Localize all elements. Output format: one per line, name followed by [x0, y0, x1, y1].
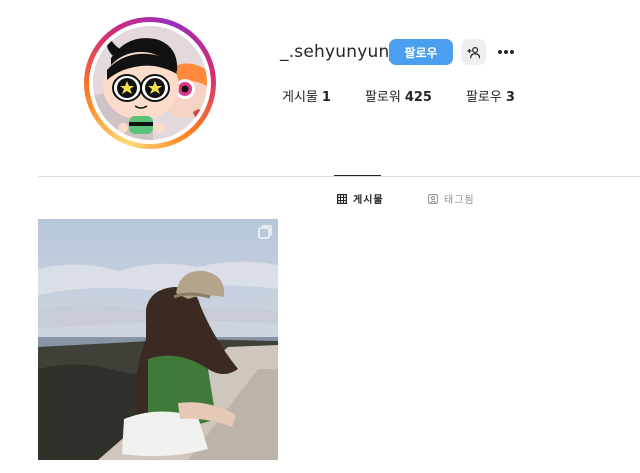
tagged-icon — [428, 193, 438, 204]
stat-posts-value: 1 — [321, 90, 331, 105]
more-options-icon — [498, 50, 514, 54]
profile-username: _.sehyunyun_ — [280, 42, 399, 62]
active-tab-indicator — [334, 175, 381, 176]
tab-posts[interactable]: 게시물 — [337, 191, 384, 206]
avatar-ring-gap — [89, 22, 211, 144]
stat-following-value: 3 — [505, 90, 515, 105]
add-person-icon — [467, 46, 480, 58]
tab-posts-label: 게시물 — [353, 195, 384, 206]
more-options-button[interactable] — [494, 39, 518, 65]
stat-following-label: 팔로우 — [465, 90, 502, 105]
stat-posts[interactable]: 게시물 1 — [282, 86, 331, 105]
multiple-photos-icon — [258, 225, 272, 239]
post-image — [38, 219, 278, 460]
stat-posts-label: 게시물 — [282, 90, 318, 105]
grid-icon — [337, 193, 347, 204]
tab-tagged[interactable]: 태그됨 — [428, 191, 475, 206]
follow-button[interactable]: 팔로우 — [389, 39, 453, 65]
profile-avatar-ring[interactable] — [84, 17, 216, 149]
post-thumbnail[interactable] — [38, 219, 278, 460]
suggested-accounts-button[interactable] — [461, 39, 486, 65]
profile-avatar[interactable] — [93, 26, 207, 140]
profile-divider — [38, 176, 640, 177]
avatar-image — [93, 26, 207, 140]
tab-tagged-label: 태그됨 — [444, 195, 475, 206]
stat-followers[interactable]: 팔로워 425 — [365, 86, 432, 105]
stat-followers-label: 팔로워 — [364, 90, 401, 105]
profile-stats: 게시물 1 팔로워 425 팔로우 3 — [282, 86, 549, 105]
stat-followers-value: 425 — [404, 90, 432, 105]
stat-following[interactable]: 팔로우 3 — [466, 86, 515, 105]
